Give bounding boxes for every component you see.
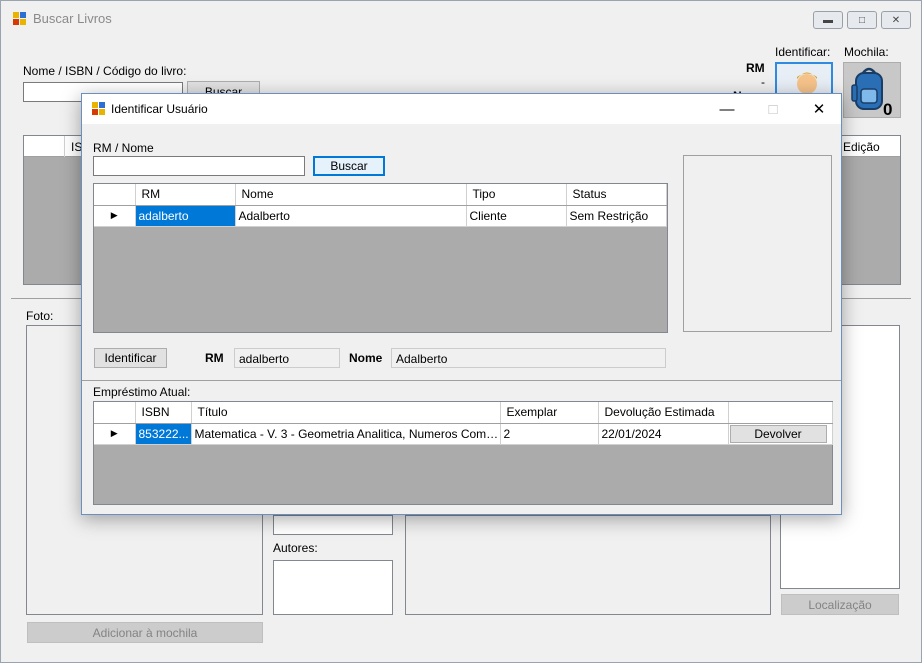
main-rm-label: RM	[746, 61, 765, 75]
close-icon: ✕	[891, 14, 901, 26]
nome-value-field: Adalberto	[391, 348, 666, 368]
return-button[interactable]: Devolver	[729, 424, 827, 443]
user-search-input[interactable]	[93, 156, 305, 176]
details-panel	[405, 515, 771, 615]
backpack-label: Mochila:	[844, 45, 889, 59]
cell-rm[interactable]: adalberto	[135, 205, 236, 227]
maximize-icon: □	[768, 100, 778, 118]
user-photo-box	[683, 155, 832, 332]
col-header-status[interactable]: Status	[566, 184, 667, 206]
dialog-app-icon	[92, 102, 106, 116]
col-header-exemplar[interactable]: Exemplar	[500, 402, 599, 424]
table-row[interactable]: ▶ 853222... Matematica - V. 3 - Geometri…	[94, 423, 833, 445]
row-pointer-icon: ▶	[94, 205, 136, 227]
dialog-title: Identificar Usuário	[111, 102, 208, 116]
minimize-icon: —	[719, 100, 735, 118]
rm-value-field: adalberto	[234, 348, 340, 368]
maximize-button[interactable]: □	[847, 11, 877, 29]
cell-action: Devolver	[728, 423, 833, 445]
foto-label: Foto:	[26, 309, 54, 323]
col-header-titulo[interactable]: Título	[191, 402, 501, 424]
book-search-label: Nome / ISBN / Código do livro:	[23, 64, 187, 78]
user-search-button[interactable]: Buscar	[313, 156, 385, 176]
cell-status[interactable]: Sem Restrição	[566, 205, 667, 227]
close-icon: ✕	[812, 101, 826, 118]
window-title: Buscar Livros	[33, 11, 112, 26]
col-header-action	[728, 402, 833, 424]
minimize-icon: ▬	[823, 14, 833, 26]
nome-label: Nome	[349, 351, 383, 365]
loan-grid-corner	[94, 402, 136, 424]
row-pointer-icon: ▶	[94, 423, 136, 445]
field-box[interactable]	[273, 515, 393, 535]
identify-button[interactable]: Identificar	[94, 348, 167, 368]
cell-devolucao[interactable]: 22/01/2024	[598, 423, 729, 445]
user-grid-table: RM Nome Tipo Status ▶ adalberto Adalbert…	[94, 184, 667, 227]
main-titlebar: Buscar Livros ▬ □ ✕	[1, 1, 921, 34]
dialog-separator	[82, 380, 841, 381]
cell-tipo[interactable]: Cliente	[466, 205, 567, 227]
rm-nome-label: RM / Nome	[93, 141, 154, 155]
col-header-nome[interactable]: Nome	[235, 184, 467, 206]
book-grid-header-edicao: Edição	[843, 140, 880, 154]
cell-exemplar[interactable]: 2	[500, 423, 599, 445]
main-rm-value: -	[761, 75, 765, 89]
cell-isbn[interactable]: 853222...	[135, 423, 192, 445]
user-grid-header: RM Nome Tipo Status	[94, 184, 667, 206]
minimize-button[interactable]: ▬	[813, 11, 843, 29]
col-header-tipo[interactable]: Tipo	[466, 184, 567, 206]
rm-label: RM	[205, 351, 224, 365]
cell-nome[interactable]: Adalberto	[235, 205, 467, 227]
app-icon	[13, 12, 27, 26]
table-row[interactable]: ▶ adalberto Adalberto Cliente Sem Restri…	[94, 205, 667, 227]
col-header-isbn[interactable]: ISBN	[135, 402, 192, 424]
identify-user-dialog: Identificar Usuário — □ ✕ RM / Nome Busc…	[81, 93, 842, 515]
location-button[interactable]: Localização	[781, 594, 899, 615]
col-header-devolucao[interactable]: Devolução Estimada	[598, 402, 729, 424]
backpack-count: 0	[883, 100, 893, 119]
cell-titulo[interactable]: Matematica - V. 3 - Geometria Analitica,…	[191, 423, 501, 445]
loan-grid-table: ISBN Título Exemplar Devolução Estimada …	[94, 402, 833, 445]
col-header-rm[interactable]: RM	[135, 184, 236, 206]
autores-label: Autores:	[273, 541, 318, 555]
dialog-titlebar: Identificar Usuário — □ ✕	[82, 94, 841, 124]
loan-grid-header: ISBN Título Exemplar Devolução Estimada	[94, 402, 833, 424]
dialog-minimize-button[interactable]: —	[704, 94, 750, 124]
identify-label: Identificar:	[775, 45, 831, 59]
dialog-close-button[interactable]: ✕	[796, 94, 842, 124]
close-button[interactable]: ✕	[881, 11, 911, 29]
dialog-maximize-button: □	[750, 94, 796, 124]
autores-box[interactable]	[273, 560, 393, 615]
user-grid-corner	[94, 184, 136, 206]
add-backpack-button[interactable]: Adicionar à mochila	[27, 622, 263, 643]
loan-label: Empréstimo Atual:	[93, 385, 191, 399]
maximize-icon: □	[858, 14, 866, 26]
